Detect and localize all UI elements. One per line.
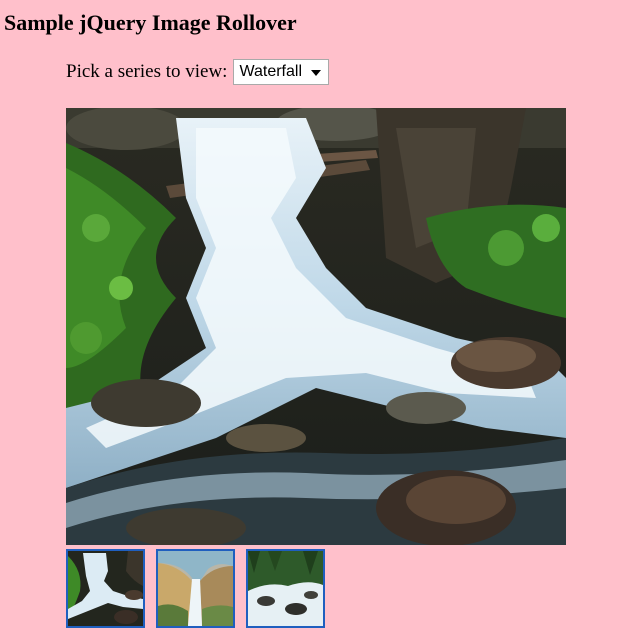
thumbnail-river-rapids[interactable]: [246, 549, 325, 628]
thumbnail-waterfall-stream[interactable]: [66, 549, 145, 628]
thumbnail-image: [68, 551, 143, 626]
series-select[interactable]: Waterfall: [233, 59, 330, 85]
series-picker: Pick a series to view: Waterfall: [66, 58, 330, 86]
thumbnail-image: [248, 551, 323, 626]
chevron-down-icon[interactable]: [311, 70, 322, 76]
main-image: [66, 108, 566, 545]
page-title: Sample jQuery Image Rollover: [4, 10, 297, 35]
thumbnail-image: [158, 551, 233, 626]
series-select-value: Waterfall: [239, 63, 302, 80]
thumbnail-canyon-falls[interactable]: [156, 549, 235, 628]
series-picker-label: Pick a series to view:: [66, 61, 228, 82]
